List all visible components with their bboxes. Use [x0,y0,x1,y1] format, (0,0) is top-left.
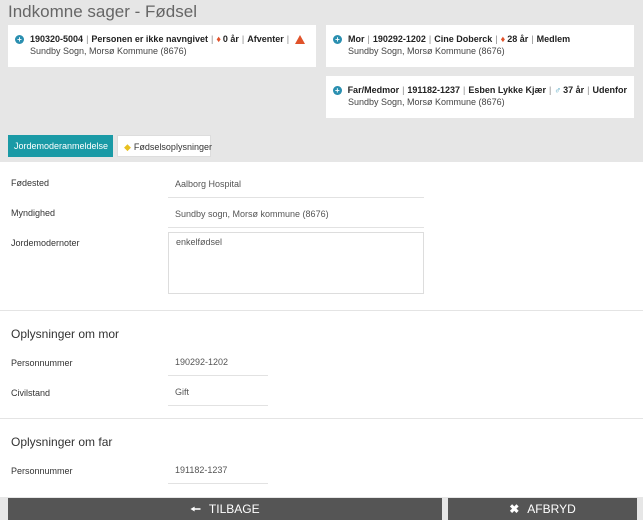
father-cpr-field[interactable]: 191182-1237 [168,462,268,484]
mother-location: Sundby Sogn, Morsø Kommune (8676) [348,46,505,56]
expand-icon[interactable]: + [333,85,342,95]
expand-icon[interactable]: + [15,34,24,44]
authority-label: Myndighed [11,208,56,218]
father-cpr: 191182-1237 [407,85,460,95]
back-label: TILBAGE [208,502,260,516]
tab-jordemoderanmeldelse[interactable]: Jordemoderanmeldelse [8,135,113,157]
gender-female-icon: ♦ [500,34,506,44]
child-cpr: 190320-5004 [30,34,84,44]
page-title: Indkomne sager - Fødsel [8,2,197,21]
father-card[interactable]: + Far/Medmor | 191182-1237 | Esben Lykke… [326,76,634,118]
cancel-button[interactable]: ✖ AFBRYD [448,498,637,520]
arrow-left-icon: 🠔 [190,502,201,516]
mother-status: Medlem [536,34,571,44]
mother-cpr-label: Personnummer [11,358,73,368]
father-status: Udenfor [592,85,628,95]
divider [0,418,643,419]
civil-status-field[interactable]: Gift [168,384,268,406]
father-role: Far/Medmor [347,85,400,95]
mother-cpr: 190292-1202 [372,34,426,44]
warning-icon [295,34,306,44]
mother-age: 28 år [507,34,529,44]
notes-label: Jordemodernoter [11,238,80,248]
close-icon: ✖ [509,502,520,516]
child-location: Sundby Sogn, Morsø Kommune (8676) [30,46,187,56]
tab-label: Fødselsoplysninger [133,142,212,152]
child-card[interactable]: + 190320-5004 | Personen er ikke navngiv… [8,25,316,67]
divider [0,310,643,311]
notes-textarea[interactable]: enkelfødsel [168,232,424,294]
dot-icon: ◆ [124,142,131,152]
back-button[interactable]: 🠔 TILBAGE [8,498,442,520]
civil-status-label: Civilstand [11,388,51,398]
place-label: Fødested [11,178,50,188]
mother-name: Cine Doberck [434,34,493,44]
child-age: 0 år [222,34,239,44]
expand-icon[interactable]: + [333,34,342,44]
form-panel: Fødested Aalborg Hospital Myndighed Sund… [0,162,643,497]
gender-female-icon: ♦ [216,34,221,44]
tab-foedselsoplysninger[interactable]: ◆ Fødselsoplysninger [117,135,212,157]
mother-card[interactable]: + Mor | 190292-1202 | Cine Doberck | ♦ 2… [326,25,634,67]
father-location: Sundby Sogn, Morsø Kommune (8676) [348,97,505,107]
cancel-label: AFBRYD [527,502,576,516]
child-status: Afventer [247,34,284,44]
father-age: 37 år [563,85,585,95]
mother-role: Mor [348,34,365,44]
place-field[interactable]: Aalborg Hospital [168,176,424,198]
father-cpr-label: Personnummer [11,466,73,476]
father-section-title: Oplysninger om far [11,435,113,449]
authority-field[interactable]: Sundby sogn, Morsø kommune (8676) [168,206,424,228]
mother-section-title: Oplysninger om mor [11,327,120,341]
child-name: Personen er ikke navngivet [91,34,208,44]
gender-male-icon: ♂ [554,85,562,95]
mother-cpr-field[interactable]: 190292-1202 [168,354,268,376]
father-name: Esben Lykke Kjær [468,85,547,95]
